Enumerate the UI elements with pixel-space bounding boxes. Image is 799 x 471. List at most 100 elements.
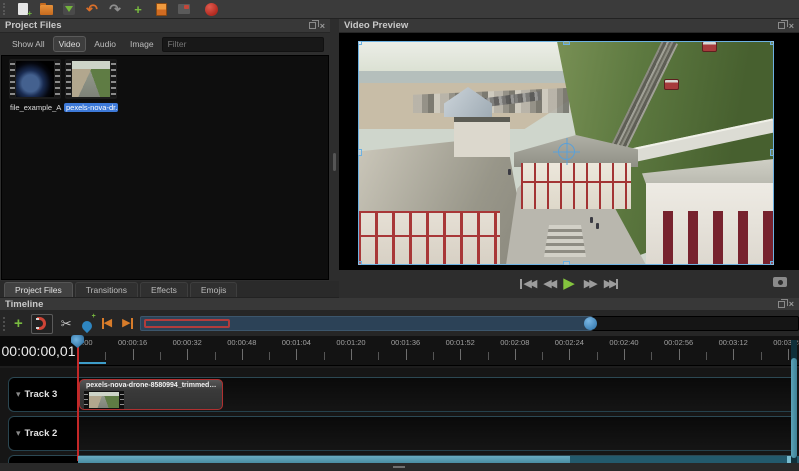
import-files-button[interactable]: + [130, 2, 146, 17]
save-project-button[interactable] [61, 2, 77, 17]
ruler-tick [733, 349, 735, 360]
open-project-button[interactable] [38, 2, 54, 17]
fast-forward-icon: ▶▶ [583, 278, 598, 290]
timeline-ruler[interactable]: 0:00 00:00:16 00:00:32 00:00:48 00:01:04 00:0… [0, 336, 799, 366]
horizontal-scrollbar-thumb[interactable] [78, 456, 570, 463]
video-thumbnail-earth [16, 61, 54, 97]
ruler-tick [378, 352, 380, 360]
profile-icon [155, 2, 167, 16]
timeline-panel: Timeline × + ✂ + ◀ ▶ 0:00 00:00:16 00:00… [0, 298, 799, 463]
timeline-vertical-scrollbar[interactable] [791, 340, 797, 463]
close-panel-icon[interactable]: × [789, 300, 794, 309]
file-name: file_example_A... [10, 103, 62, 112]
ruler-tick [405, 349, 407, 360]
scissors-icon: ✂ [60, 315, 72, 331]
track-row-2[interactable]: ▾ Track 2 [8, 416, 797, 451]
toolbar-drag-handle[interactable] [3, 3, 6, 15]
export-video-button[interactable] [203, 2, 219, 17]
ruler-tick [214, 352, 216, 360]
rewind-button[interactable]: ◀◀ [543, 278, 557, 290]
tab-emojis[interactable]: Emojis [189, 282, 238, 297]
razor-tool-button[interactable]: ✂ [59, 314, 74, 334]
zoom-slider-handle[interactable] [584, 317, 597, 330]
ruler-tick [596, 352, 598, 360]
ruler-tick [460, 349, 462, 360]
new-project-button[interactable]: + [15, 2, 32, 18]
video-stage [339, 33, 799, 270]
jump-to-end-button[interactable]: ▶▶ [604, 278, 619, 290]
ruler-tick [624, 349, 625, 360]
choose-profile-button[interactable] [153, 2, 169, 17]
filter-tab-show-all[interactable]: Show All [6, 36, 51, 52]
fullscreen-icon [178, 4, 190, 14]
ruler-tick [323, 352, 325, 360]
add-track-icon: + [14, 315, 23, 332]
ruler-label: 00:01:04 [281, 338, 311, 347]
timeline-tracks-area[interactable]: ▾ Track 3 pexels-nova-drone-8580994_trim… [0, 368, 799, 463]
clip-thumbnail-image [89, 392, 119, 408]
scene-pier-building [521, 163, 631, 209]
float-panel-icon[interactable] [308, 20, 319, 29]
tab-project-files[interactable]: Project Files [4, 282, 73, 297]
redo-icon: ↷ [109, 0, 121, 17]
tab-effects[interactable]: Effects [140, 282, 188, 297]
add-track-button[interactable]: + [12, 314, 25, 334]
filter-tab-audio[interactable]: Audio [88, 36, 122, 52]
video-frame[interactable] [358, 41, 774, 265]
track-header[interactable]: ▾ Track 3 [9, 378, 79, 411]
vertical-scrollbar-thumb[interactable] [791, 358, 797, 458]
close-panel-icon[interactable]: × [789, 21, 794, 30]
filter-tab-image[interactable]: Image [124, 36, 160, 52]
chevron-down-icon[interactable]: ▾ [16, 390, 21, 399]
import-plus-icon: + [134, 1, 142, 17]
filmstrip-icon [65, 59, 117, 99]
ruler-tick [269, 352, 271, 360]
project-files-titlebar: Project Files × [0, 19, 330, 33]
filter-input[interactable] [161, 36, 324, 52]
jump-to-start-button[interactable]: ◀◀ [519, 278, 537, 290]
redo-button[interactable]: ↷ [107, 2, 123, 17]
play-button[interactable]: ▶ [563, 276, 575, 291]
jump-start-icon: ◀◀ [523, 278, 537, 290]
snapping-toggle-button[interactable] [30, 313, 53, 334]
resize-grip[interactable] [393, 466, 405, 468]
ruler-tick [159, 352, 161, 360]
panel-splitter[interactable] [330, 19, 339, 281]
track-header[interactable]: ▾ Track 2 [9, 417, 79, 450]
zoom-visible-region [144, 319, 230, 328]
track-name: Track 3 [24, 389, 58, 400]
camera-snapshot-icon[interactable] [773, 277, 787, 287]
fullscreen-button[interactable] [176, 2, 192, 17]
undo-button[interactable]: ↶ [84, 2, 100, 17]
previous-marker-button[interactable]: ◀ [100, 314, 114, 334]
track-header[interactable]: ▾ Track 1 [9, 456, 79, 463]
float-panel-icon[interactable] [777, 298, 788, 308]
track-row-3[interactable]: ▾ Track 3 pexels-nova-drone-8580994_trim… [8, 377, 797, 412]
close-panel-icon[interactable]: × [320, 21, 325, 30]
clip-name: pexels-nova-drone-8580994_trimmed_rev... [86, 382, 222, 389]
file-item[interactable]: pexels-nova-dr... [64, 59, 118, 117]
tab-transitions[interactable]: Transitions [74, 282, 139, 297]
project-files-list[interactable]: file_example_A... pexels-nova-dr... [1, 55, 329, 280]
ruler-tick [678, 349, 680, 360]
next-marker-button[interactable]: ▶ [120, 314, 134, 334]
project-files-panel: Project Files × Show All Video Audio Ima… [0, 19, 330, 281]
zoom-slider-track-empty[interactable] [592, 316, 799, 331]
rewind-icon: ◀◀ [543, 278, 557, 290]
fast-forward-button[interactable]: ▶▶ [583, 278, 598, 290]
timeline-toolbar-handle[interactable] [3, 316, 6, 331]
main-toolbar: + ↶ ↷ + [0, 0, 799, 19]
float-panel-icon[interactable] [777, 20, 788, 29]
add-marker-button[interactable]: + [79, 313, 96, 334]
timeline-clip[interactable]: pexels-nova-drone-8580994_trimmed_rev... [79, 379, 223, 410]
ruler-label: 00:02:40 [609, 338, 639, 347]
file-item[interactable]: file_example_A... [8, 59, 62, 117]
ruler-label: 00:03:12 [718, 338, 748, 347]
undo-icon: ↶ [86, 0, 98, 17]
filter-tab-video[interactable]: Video [52, 36, 87, 52]
ruler-label: 00:00:48 [227, 338, 257, 347]
timeline-horizontal-scrollbar[interactable] [78, 456, 799, 463]
scene-tram-car [664, 79, 679, 90]
timeline-zoom-slider[interactable] [140, 316, 799, 331]
chevron-down-icon[interactable]: ▾ [16, 429, 21, 438]
